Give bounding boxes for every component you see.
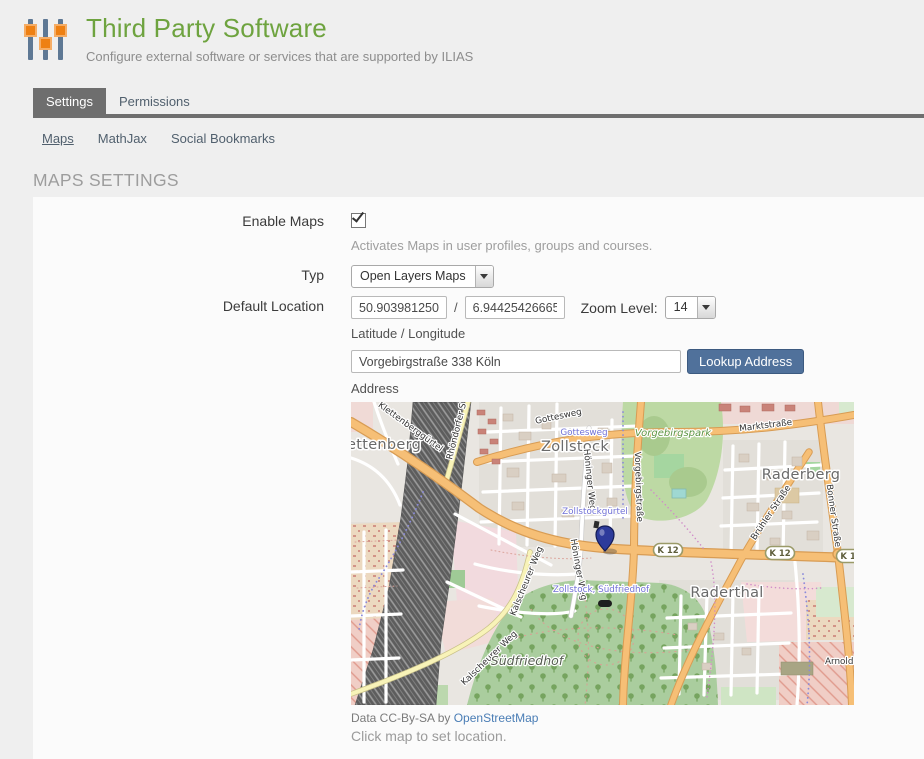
lat-lon-help: Latitude / Longitude [351, 326, 716, 341]
road-ref-badge: K 12 [837, 550, 855, 563]
openstreetmap-link[interactable]: OpenStreetMap [454, 711, 539, 725]
svg-text:K 12: K 12 [769, 549, 790, 559]
page: Third Party Software Configure external … [0, 0, 924, 759]
subtab-bar: Maps MathJax Social Bookmarks [0, 118, 924, 146]
page-title: Third Party Software [86, 14, 473, 44]
enable-maps-row: Enable Maps Activates Maps in user profi… [33, 211, 924, 253]
map-type-value: Open Layers Maps [352, 266, 475, 287]
map-hint: Click map to set location. [351, 728, 854, 744]
page-subtitle: Configure external software or services … [86, 49, 473, 64]
default-location-row: Default Location / Zoom Level: 14 Latitu… [33, 296, 924, 341]
map-type-select[interactable]: Open Layers Maps [351, 265, 494, 288]
map-label: ettenberg [351, 437, 421, 453]
map-label: Zollstockgürtel [562, 507, 628, 517]
settings-form: Enable Maps Activates Maps in user profi… [33, 197, 924, 759]
road-ref-badge: K 12 [766, 547, 795, 560]
attribution-text: Data CC-By-SA by [351, 711, 450, 725]
map-image[interactable]: K 12K 12K 12KlettenberggürtelRhöndorfer … [351, 402, 854, 705]
tab-settings[interactable]: Settings [33, 88, 106, 114]
chevron-down-icon [475, 266, 493, 287]
lookup-address-button[interactable]: Lookup Address [687, 349, 804, 374]
map-label: Arnoldsh [825, 657, 854, 667]
map-label: Zollstock, Südfriedhof [553, 585, 650, 595]
map-label: Zollstock [541, 439, 609, 455]
map-label: Raderthal [690, 585, 763, 601]
map-type-label: Typ [33, 265, 351, 283]
enable-maps-checkbox[interactable] [351, 213, 366, 228]
zoom-level-label: Zoom Level: [581, 300, 658, 316]
page-header: Third Party Software Configure external … [0, 0, 924, 65]
road-ref-badge: K 12 [654, 544, 683, 557]
subtab-maps[interactable]: Maps [42, 131, 74, 146]
map-label: Vorgebirgspark [635, 428, 712, 439]
map-attribution: Data CC-By-SA by OpenStreetMap [351, 711, 854, 725]
chevron-down-icon [697, 297, 715, 318]
map-label: Gottesweg [560, 428, 607, 438]
address-help: Address [351, 381, 854, 396]
zoom-level-value: 14 [666, 297, 697, 318]
section-title: MAPS SETTINGS [33, 170, 924, 191]
map-type-row: Typ Open Layers Maps [33, 265, 924, 288]
latitude-input[interactable] [351, 296, 447, 319]
subtab-mathjax[interactable]: MathJax [98, 131, 147, 146]
subtab-social-bookmarks[interactable]: Social Bookmarks [171, 131, 275, 146]
address-row: Lookup Address Address [33, 349, 924, 744]
svg-text:K 12: K 12 [657, 546, 678, 556]
enable-maps-help: Activates Maps in user profiles, groups … [351, 238, 652, 253]
map-label: Raderberg [762, 467, 840, 483]
svg-text:K 12: K 12 [840, 552, 854, 562]
zoom-level-select[interactable]: 14 [665, 296, 716, 319]
third-party-software-icon [23, 15, 69, 65]
longitude-input[interactable] [465, 296, 565, 319]
default-location-label: Default Location [33, 296, 351, 314]
map-container[interactable]: K 12K 12K 12KlettenberggürtelRhöndorfer … [351, 402, 854, 705]
address-input[interactable] [351, 350, 681, 373]
tab-bar: Settings Permissions [33, 88, 924, 118]
lat-lon-separator: / [447, 300, 465, 315]
map-label: Südfriedhof [491, 653, 565, 668]
address-spacer [33, 349, 351, 351]
enable-maps-label: Enable Maps [33, 211, 351, 229]
tab-permissions[interactable]: Permissions [106, 88, 203, 114]
